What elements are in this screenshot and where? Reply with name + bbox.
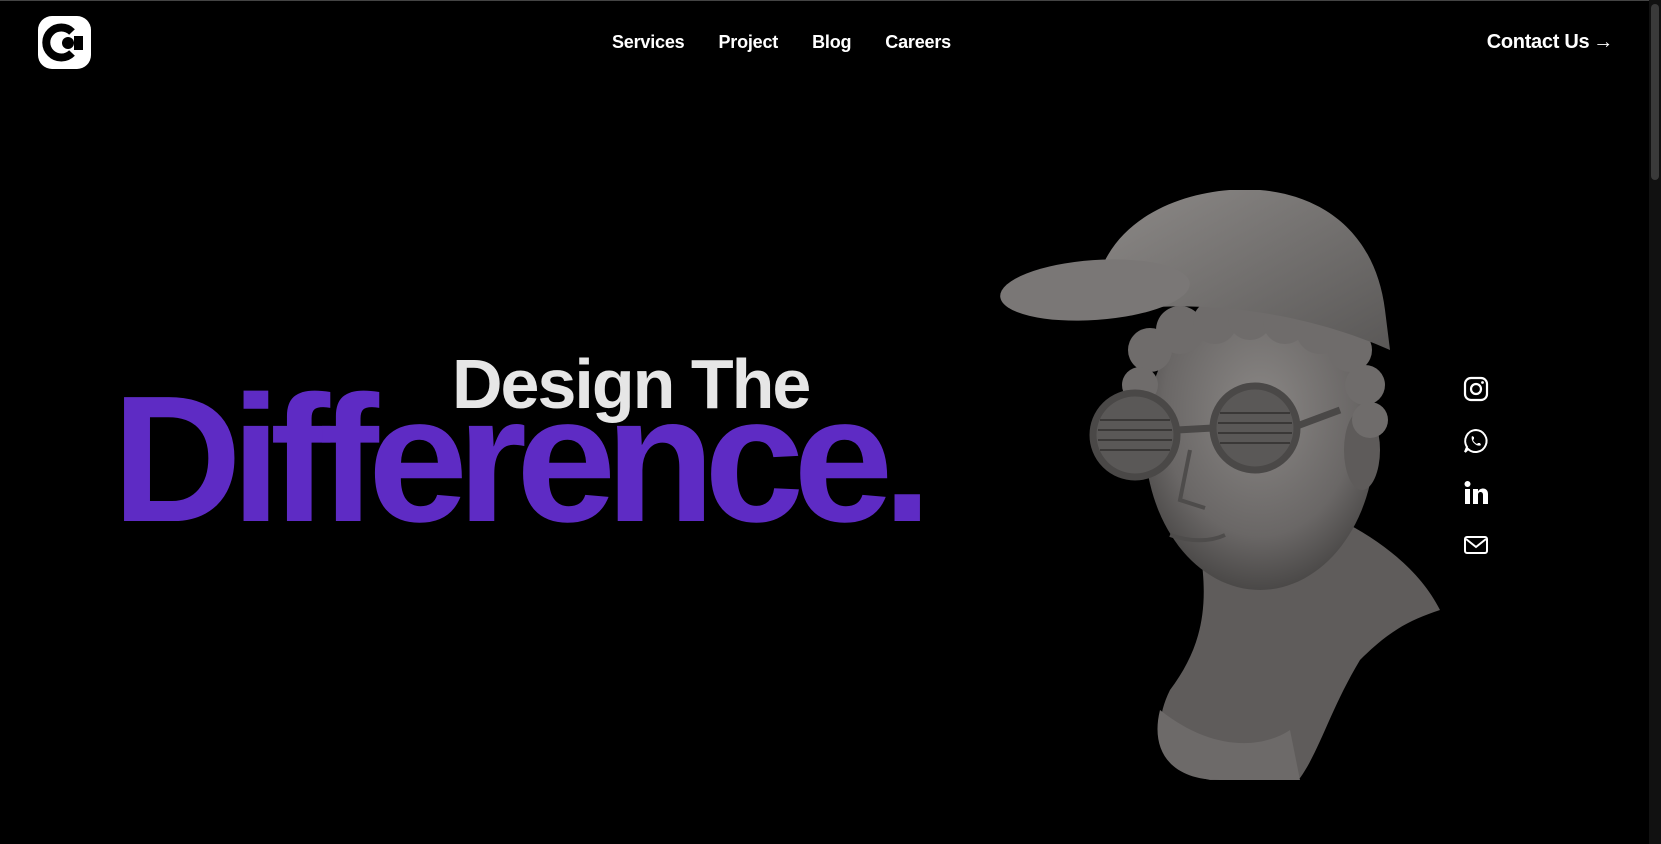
main-nav: Services Project Blog Careers [612,30,985,54]
brand-logo-icon [42,23,83,62]
page-scrollbar[interactable] [1649,0,1661,844]
brand-logo[interactable] [38,16,91,69]
contact-us-button[interactable]: Contact Us → [1486,30,1614,54]
linkedin-icon[interactable] [1462,479,1490,507]
whatsapp-icon[interactable] [1462,427,1490,455]
instagram-icon[interactable] [1462,375,1490,403]
contact-us-label: Contact Us [1486,31,1590,53]
window-top-border [0,0,1661,1]
nav-item-blog[interactable]: Blog [812,30,851,54]
nav-item-services[interactable]: Services [612,30,685,54]
hero-title-top: Design The [452,345,811,423]
page: Services Project Blog Careers Contact Us… [0,0,1661,844]
scrollbar-thumb[interactable] [1651,4,1659,180]
arrow-right-icon: → [1593,31,1613,53]
nav-item-project[interactable]: Project [718,30,778,54]
social-links [1462,375,1490,583]
nav-item-careers[interactable]: Careers [885,30,951,54]
mail-icon[interactable] [1462,531,1490,559]
statue-bust-image [1000,190,1440,780]
